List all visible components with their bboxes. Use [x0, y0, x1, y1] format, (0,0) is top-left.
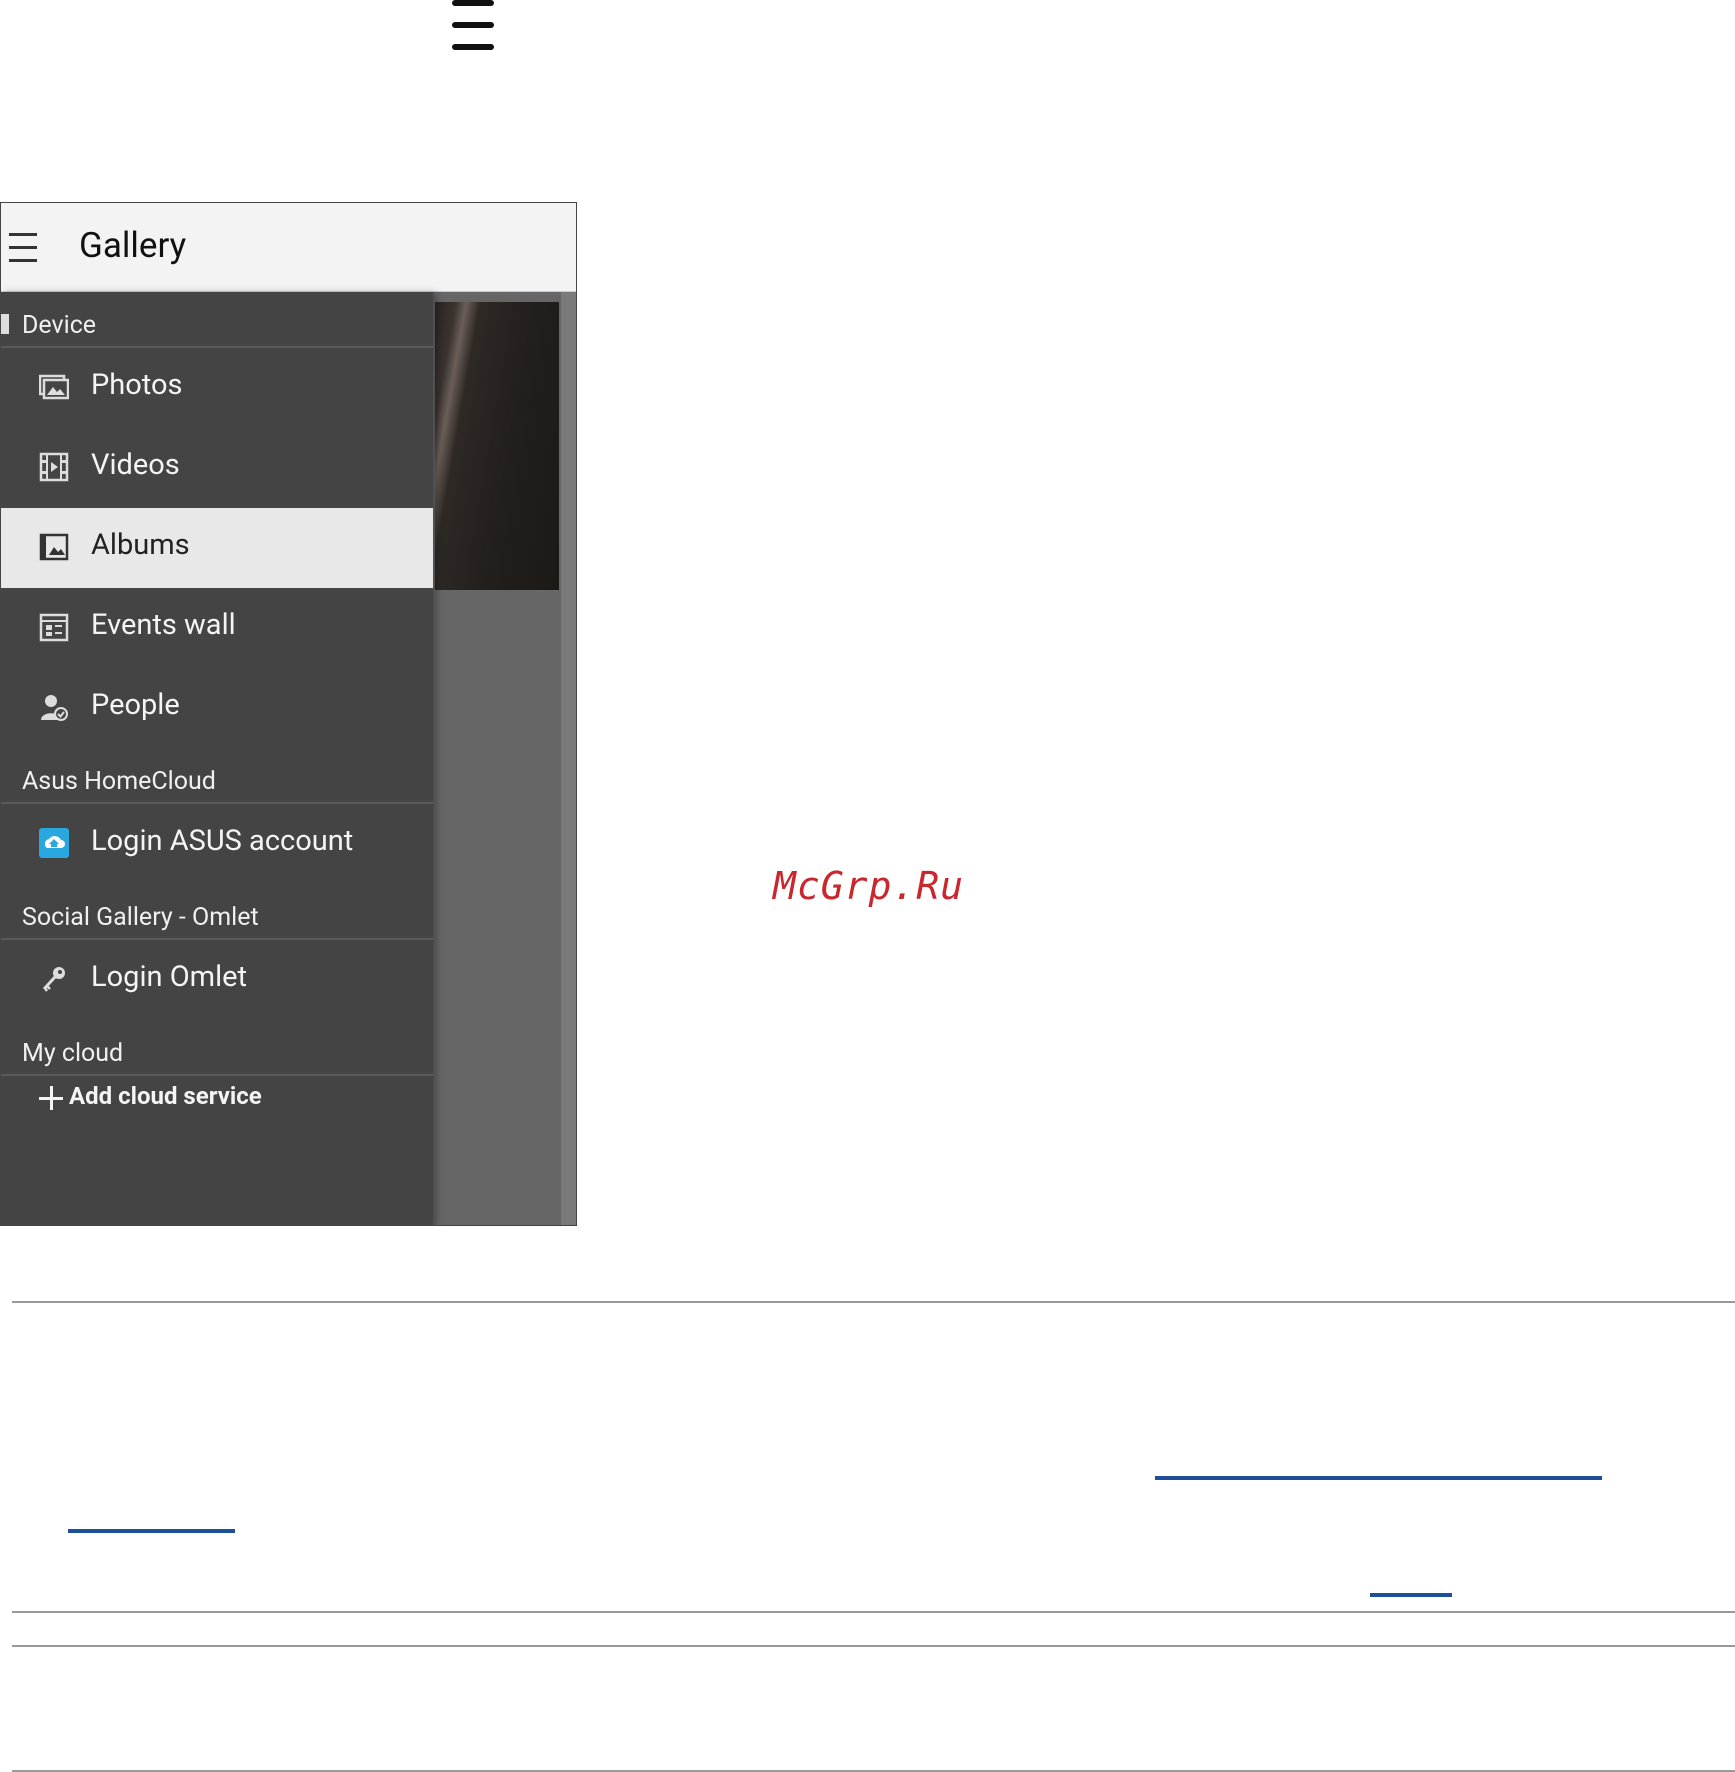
drawer-item-people[interactable]: People [1, 668, 433, 748]
divider [12, 1301, 1735, 1303]
divider [12, 1611, 1735, 1613]
section-my-cloud: My cloud [1, 1020, 433, 1076]
album-thumbnail[interactable] [435, 302, 559, 590]
section-mycloud-label: My cloud [22, 1039, 124, 1068]
section-social-gallery: Social Gallery - Omlet [1, 884, 433, 940]
section-homecloud-label: Asus HomeCloud [22, 767, 216, 796]
divider [12, 1645, 1735, 1647]
hyperlink-underline[interactable] [1370, 1593, 1452, 1597]
drawer-item-videos[interactable]: Videos [1, 428, 433, 508]
drawer-item-label: Videos [91, 448, 180, 482]
hyperlink-underline[interactable] [1155, 1476, 1602, 1480]
navigation-drawer: Device Photos Videos Albums Events wall … [1, 292, 433, 1225]
drawer-item-label: Events wall [91, 608, 236, 642]
drawer-item-events-wall[interactable]: Events wall [1, 588, 433, 668]
drawer-item-label: People [91, 688, 180, 722]
key-icon [42, 967, 65, 992]
section-device: Device [1, 292, 433, 348]
drawer-item-login-omlet[interactable]: Login Omlet [1, 940, 433, 1020]
people-icon [41, 695, 68, 721]
watermark: McGrp.Ru [773, 864, 965, 908]
drawer-item-label: Login ASUS account [91, 824, 354, 858]
app-title: Gallery [79, 225, 187, 266]
section-device-label: Device [22, 311, 97, 340]
drawer-item-albums[interactable]: Albums [1, 508, 433, 588]
albums-icon [39, 533, 69, 561]
hyperlink-underline[interactable] [68, 1529, 235, 1533]
drawer-item-photos[interactable]: Photos [1, 348, 433, 428]
add-cloud-service-button[interactable]: Add cloud service [39, 1082, 262, 1122]
section-social-label: Social Gallery - Omlet [22, 903, 259, 932]
drawer-item-label: Photos [91, 368, 183, 402]
homecloud-icon [39, 828, 69, 858]
hamburger-menu-icon [452, 0, 494, 52]
drawer-item-login-asus[interactable]: Login ASUS account [1, 804, 433, 884]
scroll-edge [561, 292, 576, 1225]
videos-icon [39, 452, 69, 482]
menu-icon[interactable] [9, 233, 37, 263]
gallery-screenshot: Gallery Device Photos Videos Albums Even… [0, 202, 577, 1226]
add-cloud-label: Add cloud service [69, 1082, 262, 1110]
app-bar: Gallery [1, 203, 576, 292]
section-marker [1, 314, 9, 334]
events-wall-icon [39, 613, 69, 642]
plus-icon [39, 1085, 63, 1110]
drawer-item-label: Albums [91, 528, 190, 562]
photos-icon [39, 374, 69, 400]
drawer-item-label: Login Omlet [91, 960, 248, 994]
section-homecloud: Asus HomeCloud [1, 748, 433, 804]
